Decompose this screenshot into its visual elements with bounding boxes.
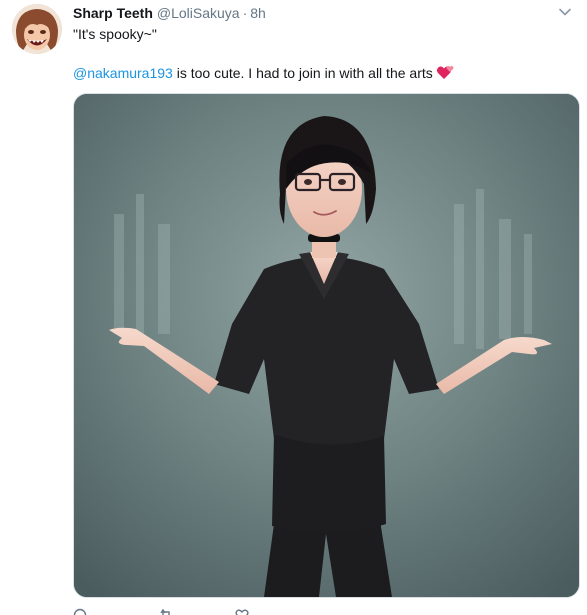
- tweet: Sharp Teeth @LoliSakuya · 8h "It's spooky~"…: [0, 0, 587, 615]
- chevron-down-icon[interactable]: [557, 4, 573, 20]
- two-hearts-icon: [436, 63, 456, 81]
- tweet-actions: [73, 604, 373, 615]
- reply-icon[interactable]: [73, 608, 87, 615]
- tweet-body-text: is too cute. I had to join in with all t…: [172, 65, 433, 81]
- timestamp[interactable]: 8h: [250, 5, 266, 21]
- retweet-icon[interactable]: [159, 608, 173, 615]
- display-name[interactable]: Sharp Teeth: [73, 5, 153, 21]
- tweet-quote-text: "It's spooky~": [73, 26, 157, 42]
- like-icon[interactable]: [235, 608, 249, 615]
- separator-dot: ·: [242, 5, 248, 21]
- user-handle[interactable]: @LoliSakuya: [157, 5, 240, 21]
- tweet-text: @nakamura193 is too cute. I had to join …: [73, 63, 456, 83]
- tweet-media-image[interactable]: [73, 93, 580, 598]
- mention-link[interactable]: @nakamura193: [73, 65, 173, 81]
- tweet-header: Sharp Teeth @LoliSakuya · 8h: [73, 4, 547, 22]
- avatar[interactable]: [12, 4, 62, 54]
